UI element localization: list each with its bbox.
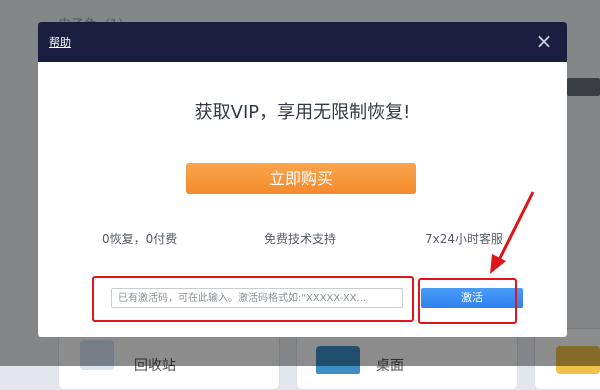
annotation-box-button [418,278,517,324]
dialog-header: 帮助 × [38,22,567,62]
help-link[interactable]: 帮助 [49,34,71,50]
buy-now-button[interactable]: 立即购买 [186,163,416,194]
feature-item: 免费技术支持 [264,232,337,246]
dialog-title: 获取VIP，享用无限制恢复! [194,102,411,123]
feature-item: 0恢复，0付费 [102,232,178,246]
feature-item: 7x24小时客服 [425,232,504,246]
annotation-box-input [92,276,414,322]
close-icon[interactable]: × [533,29,555,53]
